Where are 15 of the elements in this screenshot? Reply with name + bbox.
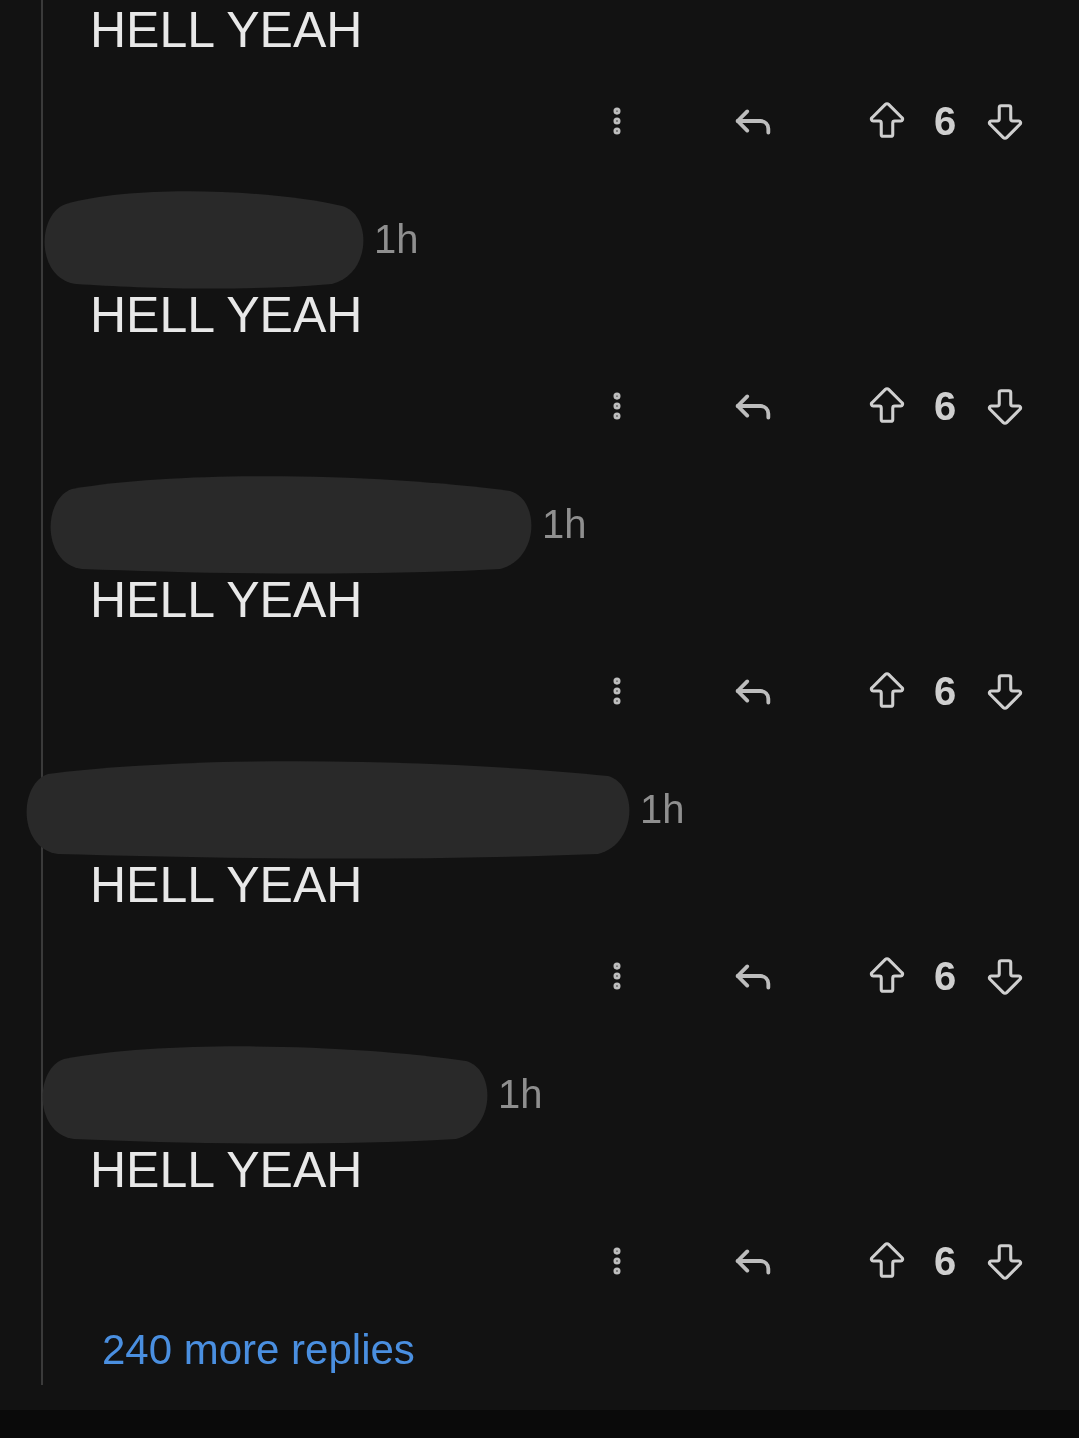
comment-text: HELL YEAH [90, 575, 363, 625]
timestamp: 1h [374, 216, 419, 263]
comment-text: HELL YEAH [90, 860, 363, 910]
comment-text: HELL YEAH [90, 1145, 363, 1195]
vote-count: 6 [934, 98, 957, 145]
more-replies-link[interactable]: 240 more replies [102, 1317, 415, 1381]
timestamp: 1h [640, 786, 685, 833]
timestamp: 1h [498, 1071, 543, 1118]
vote-count: 6 [934, 953, 957, 1000]
vote-count: 6 [934, 1238, 957, 1285]
vote-count: 6 [934, 383, 957, 430]
comment-text: HELL YEAH [90, 5, 363, 55]
timestamp: 1h [542, 501, 587, 548]
comment-text: HELL YEAH [90, 290, 363, 340]
vote-count: 6 [934, 668, 957, 715]
